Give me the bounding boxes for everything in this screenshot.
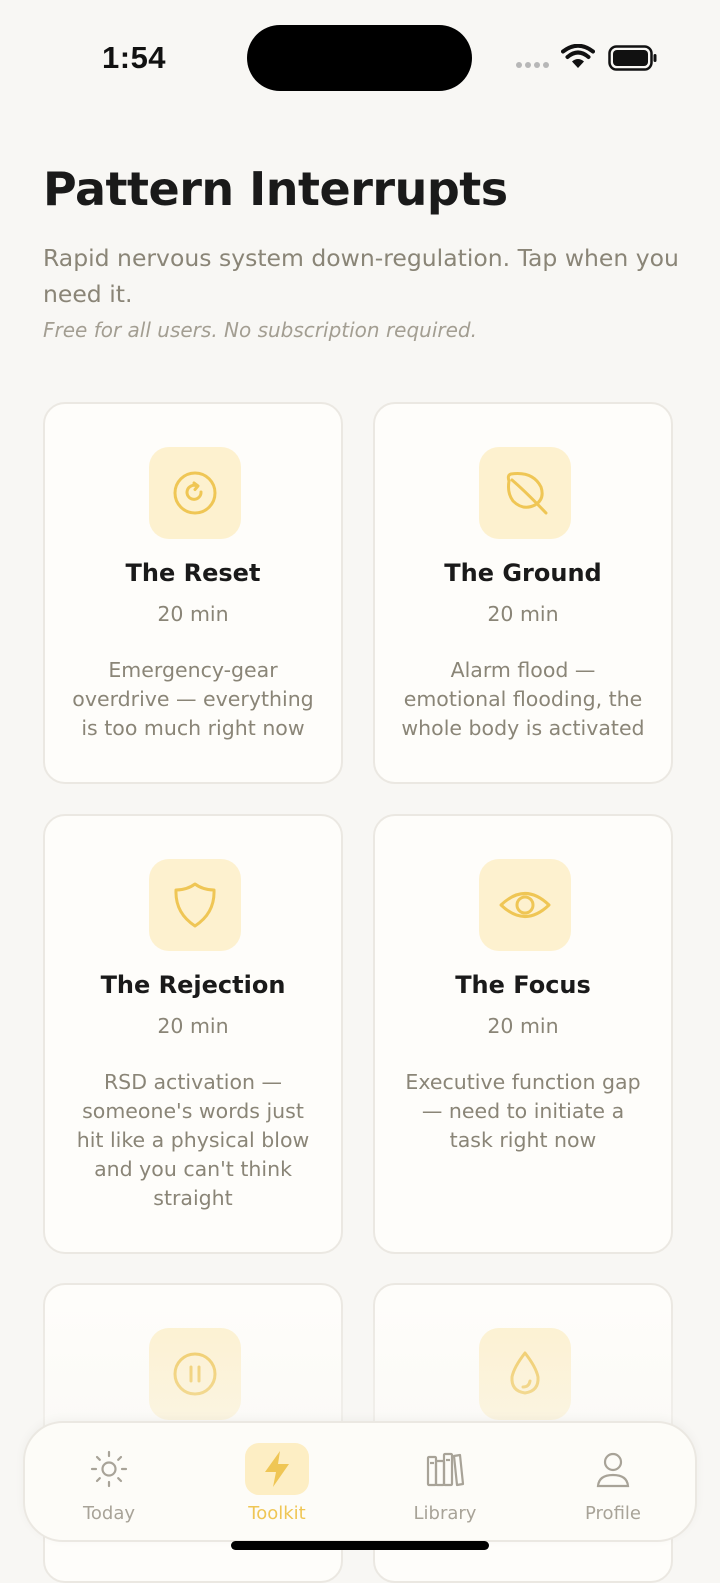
card-duration: 20 min — [157, 602, 229, 626]
home-indicator — [231, 1541, 489, 1550]
card-title: The Ground — [444, 559, 602, 587]
dynamic-island — [247, 25, 472, 91]
card-duration: 20 min — [157, 1014, 229, 1038]
lightning-icon — [245, 1443, 309, 1495]
tab-label: Profile — [585, 1503, 641, 1524]
scroll-fade — [0, 1300, 720, 1440]
tab-toolkit[interactable]: Toolkit — [193, 1423, 361, 1540]
tab-label: Library — [413, 1503, 477, 1524]
card-the-reset[interactable]: The Reset 20 min Emergency-gear overdriv… — [43, 402, 343, 784]
tab-library[interactable]: Library — [361, 1423, 529, 1540]
tab-today[interactable]: Today — [25, 1423, 193, 1540]
tab-profile[interactable]: Profile — [529, 1423, 697, 1540]
tab-bar: Today Toolkit Library Profile — [23, 1421, 697, 1542]
leaf-icon — [479, 447, 571, 539]
card-title: The Rejection — [100, 971, 286, 999]
card-title: The Reset — [125, 559, 261, 587]
card-the-rejection[interactable]: The Rejection 20 min RSD activation — so… — [43, 814, 343, 1254]
card-title: The Focus — [455, 971, 591, 999]
wifi-icon — [561, 44, 595, 68]
card-the-focus[interactable]: The Focus 20 min Executive function gap … — [373, 814, 673, 1254]
card-description: RSD activation — someone's words just hi… — [76, 1070, 310, 1210]
battery-icon — [608, 45, 657, 71]
status-time: 1:54 — [102, 40, 167, 75]
card-description: Alarm flood — emotional flooding, the wh… — [401, 658, 645, 740]
cellular-signal-icon — [516, 62, 549, 68]
sun-icon — [77, 1443, 141, 1495]
page-subtitle: Rapid nervous system down-regulation. Ta… — [43, 244, 679, 308]
page-title: Pattern Interrupts — [43, 162, 508, 216]
shield-icon — [149, 859, 241, 951]
refresh-icon — [149, 447, 241, 539]
card-duration: 20 min — [487, 602, 559, 626]
free-access-note: Free for all users. No subscription requ… — [43, 318, 477, 342]
person-icon — [581, 1443, 645, 1495]
card-the-ground[interactable]: The Ground 20 min Alarm flood — emotiona… — [373, 402, 673, 784]
eye-icon — [479, 859, 571, 951]
tab-label: Today — [82, 1503, 136, 1524]
card-description: Executive function gap — need to initiat… — [405, 1070, 641, 1152]
tab-label: Toolkit — [248, 1503, 306, 1524]
status-bar: 1:54 — [0, 0, 720, 118]
card-duration: 20 min — [487, 1014, 559, 1038]
books-icon — [413, 1443, 477, 1495]
card-description: Emergency-gear overdrive — everything is… — [72, 658, 314, 740]
